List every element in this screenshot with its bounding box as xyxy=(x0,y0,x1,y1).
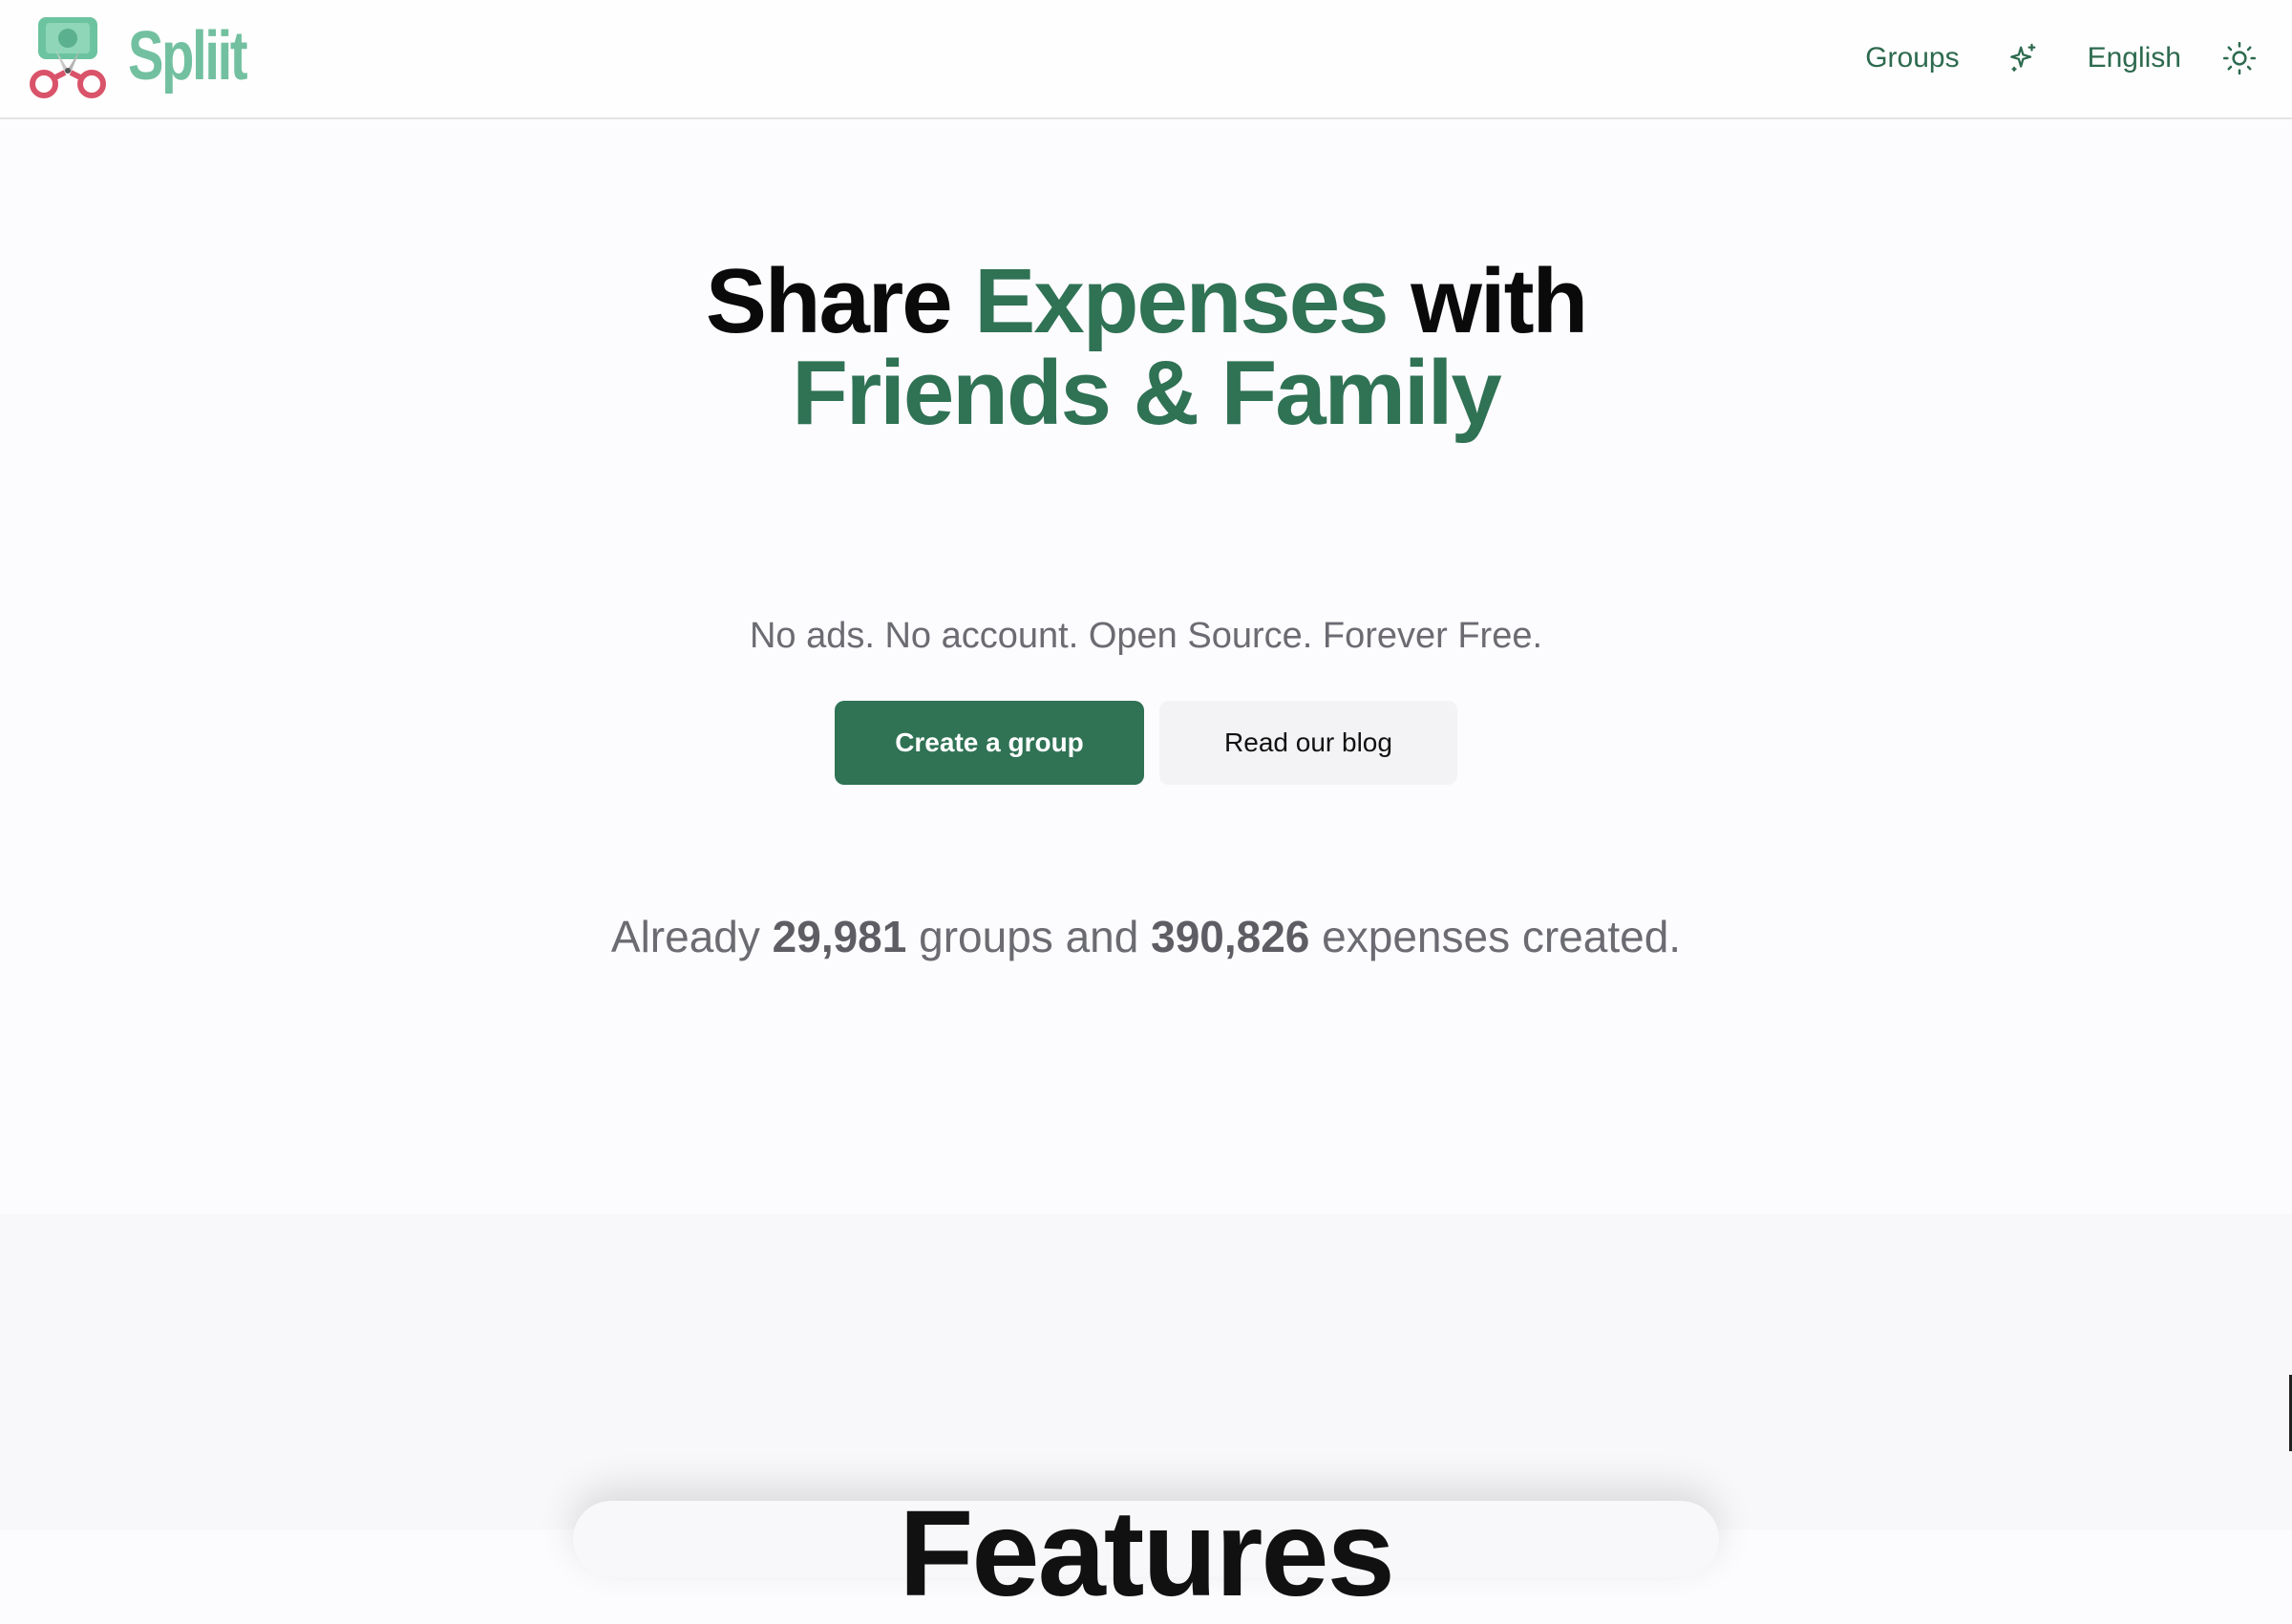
logo-icon xyxy=(21,13,113,103)
stats-suffix: expenses created. xyxy=(1322,912,1682,961)
sun-icon[interactable] xyxy=(2219,38,2260,78)
top-nav: Groups English xyxy=(1865,34,2260,82)
language-selector[interactable]: English xyxy=(2088,42,2181,74)
features-title: Features xyxy=(899,1486,1395,1622)
sparkles-icon[interactable] xyxy=(2004,38,2044,78)
hero-title-line2: Friends & Family xyxy=(792,342,1502,444)
features-section: Features xyxy=(0,1214,2292,1622)
hero-subtitle: No ads. No account. Open Source. Forever… xyxy=(749,616,1543,656)
read-blog-button[interactable]: Read our blog xyxy=(1159,701,1457,785)
stats-middle: groups and xyxy=(919,912,1139,961)
groups-count: 29,981 xyxy=(772,912,907,961)
hero-title-part3: with xyxy=(1411,250,1588,352)
stats-prefix: Already xyxy=(610,912,760,961)
hero-title-part1: Share xyxy=(705,250,953,352)
site-header: Spliit Groups English xyxy=(0,0,2292,119)
hero-buttons: Create a group Read our blog xyxy=(0,701,2292,785)
hero-title: Share Expenses with Friends & Family xyxy=(0,256,2292,439)
create-group-button[interactable]: Create a group xyxy=(835,701,1144,785)
nav-groups-link[interactable]: Groups xyxy=(1865,42,1959,74)
hero-title-highlight: Expenses xyxy=(974,250,1389,352)
expenses-count: 390,826 xyxy=(1151,912,1310,961)
stats-text: Already 29,981 groups and 390,826 expens… xyxy=(0,911,2292,962)
logo-text: Spliit xyxy=(128,18,248,95)
logo[interactable]: Spliit xyxy=(21,13,279,103)
